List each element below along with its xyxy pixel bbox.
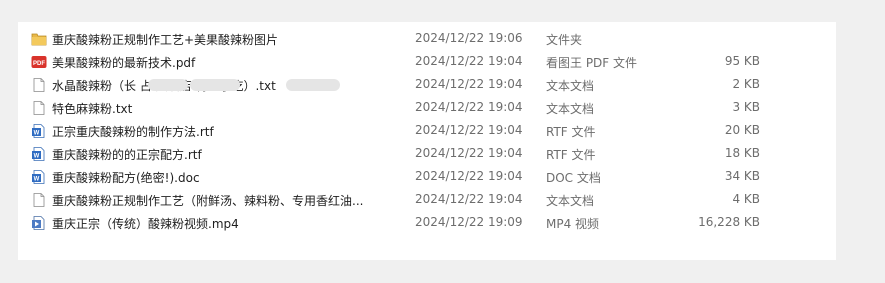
file-date: 2024/12/22 19:06 bbox=[415, 31, 523, 45]
file-size: 34 KB bbox=[724, 169, 760, 183]
text-file-icon bbox=[31, 193, 47, 207]
file-row-txt[interactable]: 特色麻辣粉.txt 2024/12/22 19:04 文本文档 3 KB bbox=[18, 96, 818, 119]
video-file-icon bbox=[31, 216, 47, 230]
folder-icon bbox=[31, 32, 47, 46]
file-name: 重庆正宗（传统）酸辣粉视频.mp4 bbox=[52, 217, 239, 231]
file-name: 重庆酸辣粉正规制作工艺（附鲜汤、辣料粉、专用香红油... bbox=[52, 194, 364, 208]
doc-file-icon: W bbox=[31, 170, 47, 184]
file-name: 重庆酸辣粉正规制作工艺+美果酸辣粉图片 bbox=[52, 33, 279, 47]
redaction-blur bbox=[190, 79, 240, 91]
redaction-blur bbox=[148, 79, 188, 91]
file-date: 2024/12/22 19:04 bbox=[415, 146, 523, 160]
file-row-txt[interactable]: 重庆酸辣粉正规制作工艺（附鲜汤、辣料粉、专用香红油... 2024/12/22 … bbox=[18, 188, 818, 211]
file-row-video[interactable]: 重庆正宗（传统）酸辣粉视频.mp4 2024/12/22 19:09 MP4 视… bbox=[18, 211, 818, 234]
file-date: 2024/12/22 19:04 bbox=[415, 100, 523, 114]
file-row-rtf[interactable]: W 重庆酸辣粉的的正宗配方.rtf 2024/12/22 19:04 RTF 文… bbox=[18, 142, 818, 165]
file-date: 2024/12/22 19:09 bbox=[415, 215, 523, 229]
file-row-rtf[interactable]: W 正宗重庆酸辣粉的制作方法.rtf 2024/12/22 19:04 RTF … bbox=[18, 119, 818, 142]
file-name: 美果酸辣粉的最新技术.pdf bbox=[52, 56, 196, 70]
svg-text:W: W bbox=[34, 131, 40, 137]
file-size: 4 KB bbox=[732, 192, 760, 206]
text-file-icon bbox=[31, 78, 47, 92]
file-row-folder[interactable]: 重庆酸辣粉正规制作工艺+美果酸辣粉图片 2024/12/22 19:06 文件夹 bbox=[18, 27, 818, 50]
file-row-pdf[interactable]: PDF 美果酸辣粉的最新技术.pdf 2024/12/22 19:04 看图王 … bbox=[18, 50, 818, 73]
file-name: 正宗重庆酸辣粉的制作方法.rtf bbox=[52, 125, 214, 139]
file-size: 18 KB bbox=[724, 146, 760, 160]
file-type: 文本文档 bbox=[546, 102, 595, 116]
file-date: 2024/12/22 19:04 bbox=[415, 192, 523, 206]
redaction-blur bbox=[286, 79, 340, 91]
file-size: 16,228 KB bbox=[698, 215, 760, 229]
file-type: RTF 文件 bbox=[546, 148, 596, 162]
text-file-icon bbox=[31, 101, 47, 115]
file-name: 特色麻辣粉.txt bbox=[52, 102, 133, 116]
file-size: 20 KB bbox=[724, 123, 760, 137]
file-type: 文本文档 bbox=[546, 79, 595, 93]
file-type: MP4 视频 bbox=[546, 217, 600, 231]
file-date: 2024/12/22 19:04 bbox=[415, 169, 523, 183]
svg-text:W: W bbox=[34, 177, 40, 183]
file-row-doc[interactable]: W 重庆酸辣粉配方(绝密!).doc 2024/12/22 19:04 DOC … bbox=[18, 165, 818, 188]
file-type: 文件夹 bbox=[546, 33, 583, 47]
file-date: 2024/12/22 19:04 bbox=[415, 77, 523, 91]
file-type: DOC 文档 bbox=[546, 171, 601, 185]
file-row-txt[interactable]: 水晶酸辣粉（长 占 大酒店 特色小吃）.txt 2024/12/22 19:04… bbox=[18, 73, 818, 96]
file-size: 3 KB bbox=[732, 100, 760, 114]
rtf-file-icon: W bbox=[31, 124, 47, 138]
file-name: 重庆酸辣粉配方(绝密!).doc bbox=[52, 171, 200, 185]
rtf-file-icon: W bbox=[31, 147, 47, 161]
file-size: 2 KB bbox=[732, 77, 760, 91]
file-type: RTF 文件 bbox=[546, 125, 596, 139]
file-date: 2024/12/22 19:04 bbox=[415, 123, 523, 137]
file-size: 95 KB bbox=[724, 54, 760, 68]
file-type: 看图王 PDF 文件 bbox=[546, 56, 638, 70]
svg-text:PDF: PDF bbox=[33, 61, 45, 67]
file-date: 2024/12/22 19:04 bbox=[415, 54, 523, 68]
svg-text:W: W bbox=[34, 154, 40, 160]
file-list: 重庆酸辣粉正规制作工艺+美果酸辣粉图片 2024/12/22 19:06 文件夹… bbox=[18, 22, 836, 260]
file-type: 文本文档 bbox=[546, 194, 595, 208]
pdf-icon: PDF bbox=[31, 55, 47, 69]
file-name: 重庆酸辣粉的的正宗配方.rtf bbox=[52, 148, 202, 162]
